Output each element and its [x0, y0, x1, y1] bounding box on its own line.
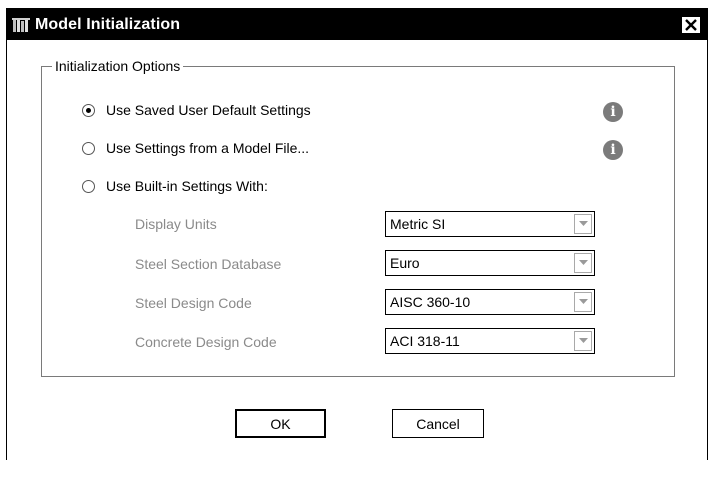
dropdown-button[interactable]: [574, 292, 592, 312]
dropdown-button[interactable]: [574, 331, 592, 351]
dropdown-value: Metric SI: [390, 216, 446, 232]
dropdown-value: ACI 318-11: [390, 333, 460, 349]
concrete-design-code-label: Concrete Design Code: [135, 334, 277, 350]
close-button[interactable]: [681, 16, 701, 34]
option-label: Use Settings from a Model File...: [106, 140, 310, 156]
info-icon[interactable]: i: [603, 140, 623, 160]
title-bar[interactable]: Model Initialization: [7, 9, 707, 40]
steel-design-code-label: Steel Design Code: [135, 295, 252, 311]
chevron-down-icon: [578, 221, 588, 226]
cancel-button[interactable]: Cancel: [392, 409, 484, 438]
radio-button[interactable]: [82, 141, 95, 155]
option-model-file[interactable]: Use Settings from a Model File...: [82, 140, 309, 156]
steel-section-database-label: Steel Section Database: [135, 256, 282, 272]
ok-button[interactable]: OK: [235, 409, 326, 438]
group-legend: Initialization Options: [52, 58, 184, 74]
dropdown-button[interactable]: [574, 253, 592, 273]
option-built-in[interactable]: Use Built-in Settings With:: [82, 178, 268, 194]
steel-design-code-dropdown[interactable]: AISC 360-10: [385, 289, 595, 315]
app-icon: [11, 16, 31, 34]
option-saved-defaults[interactable]: Use Saved User Default Settings: [82, 102, 311, 118]
chevron-down-icon: [578, 338, 588, 343]
radio-button-checked[interactable]: [82, 103, 95, 117]
dropdown-value: AISC 360-10: [390, 294, 471, 310]
close-icon: [685, 19, 697, 31]
window-title: Model Initialization: [35, 16, 181, 33]
info-icon[interactable]: i: [603, 102, 623, 122]
option-label: Use Saved User Default Settings: [106, 102, 311, 118]
dropdown-button[interactable]: [574, 214, 592, 234]
chevron-down-icon: [578, 299, 588, 304]
display-units-label: Display Units: [135, 216, 217, 232]
chevron-down-icon: [578, 260, 588, 265]
steel-section-database-dropdown[interactable]: Euro: [385, 250, 595, 276]
dropdown-value: Euro: [390, 255, 420, 271]
radio-button[interactable]: [82, 179, 95, 193]
display-units-dropdown[interactable]: Metric SI: [385, 211, 595, 237]
concrete-design-code-dropdown[interactable]: ACI 318-11: [385, 328, 595, 354]
option-label: Use Built-in Settings With:: [106, 178, 268, 194]
